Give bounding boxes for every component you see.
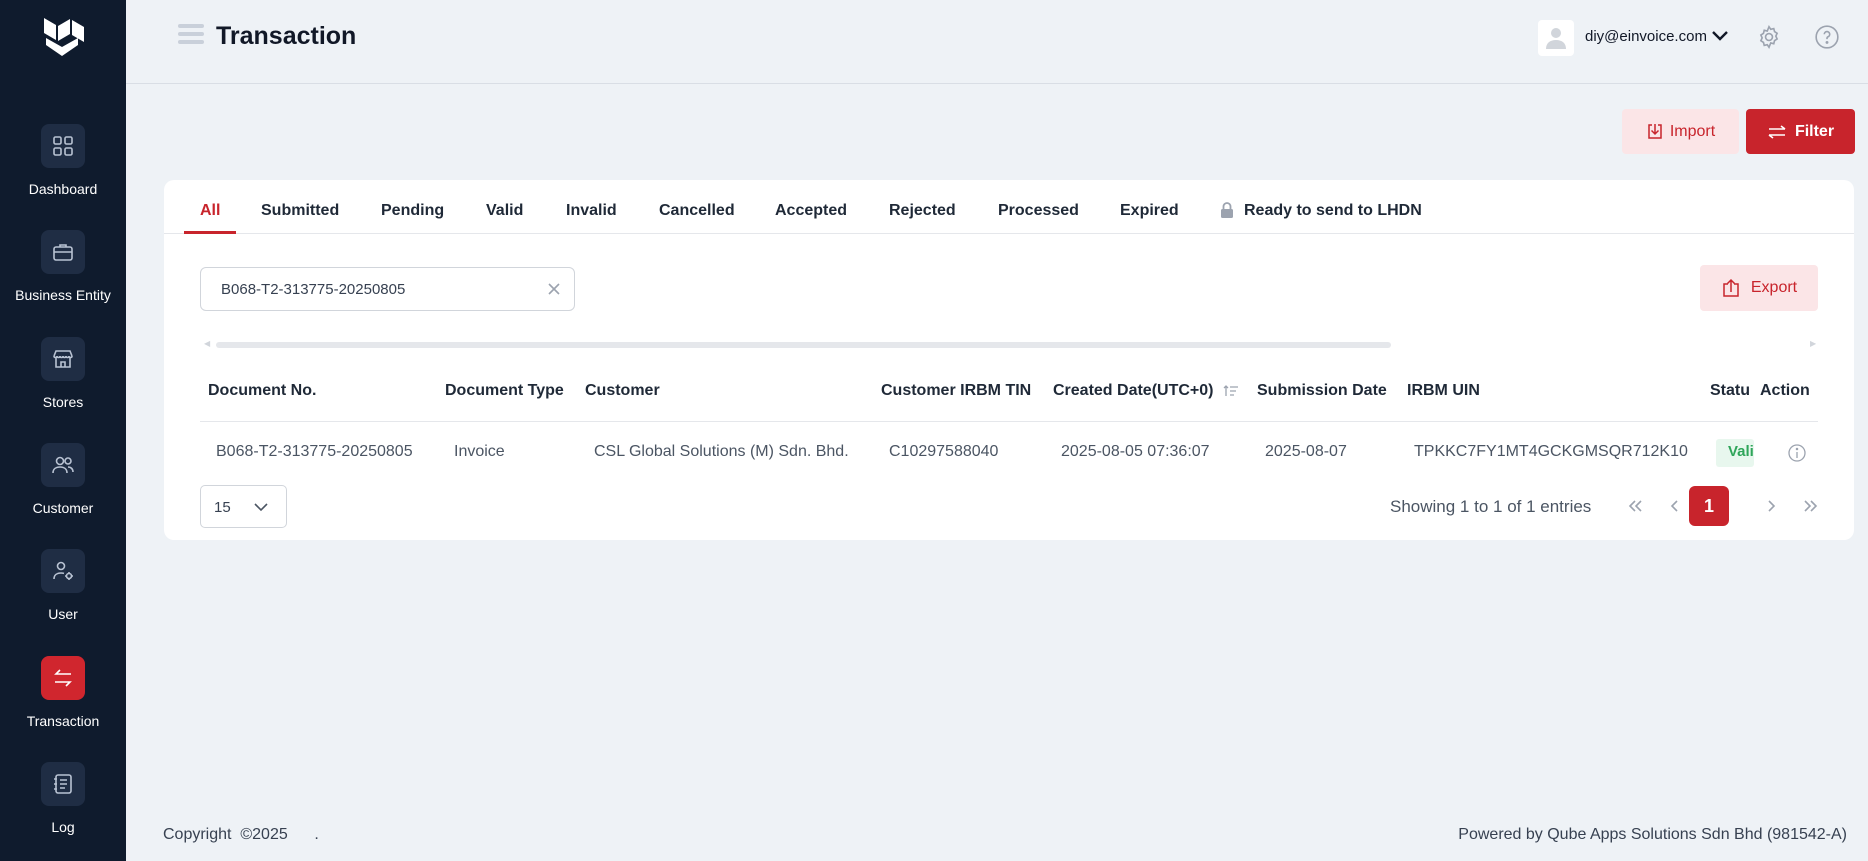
info-icon[interactable] — [1786, 442, 1808, 464]
last-page-icon[interactable] — [1796, 491, 1826, 521]
page-size-value: 15 — [214, 499, 231, 516]
search-field[interactable] — [200, 267, 575, 311]
sidebar-item-label: User — [48, 606, 78, 622]
brand-logo[interactable] — [40, 14, 86, 60]
sidebar-item-transaction[interactable]: Transaction — [0, 656, 126, 746]
chevron-down-icon[interactable] — [1710, 28, 1730, 44]
sidebar-item-label: Business Entity — [15, 287, 111, 303]
status-tabs: All Submitted Pending Valid Invalid Canc… — [164, 180, 1854, 234]
log-icon — [41, 762, 85, 806]
sidebar-item-log[interactable]: Log — [0, 762, 126, 852]
transfer-icon — [41, 656, 85, 700]
tab-accepted[interactable]: Accepted — [775, 202, 847, 220]
filter-icon — [1768, 124, 1786, 139]
store-icon — [41, 337, 85, 381]
footer-copyright: Copyright ©2025 . — [163, 826, 319, 843]
search-input[interactable] — [221, 268, 541, 310]
horizontal-scrollbar[interactable]: ◀ ▶ — [200, 340, 1818, 348]
next-page-icon[interactable] — [1756, 491, 1786, 521]
column-header-irbm-uin[interactable]: IRBM UIN — [1407, 382, 1480, 400]
export-button[interactable]: Export — [1700, 265, 1818, 311]
sidebar-item-label: Dashboard — [28, 181, 98, 197]
cell-irbm-uin: TPKKC7FY1MT4GCKGMSQR712K10 — [1414, 443, 1688, 460]
lock-icon — [1220, 201, 1234, 224]
tab-valid[interactable]: Valid — [486, 202, 523, 220]
cell-submission-date: 2025-08-07 — [1265, 443, 1347, 460]
scroll-right-icon[interactable]: ▶ — [1810, 340, 1818, 348]
tab-cancelled[interactable]: Cancelled — [659, 202, 735, 220]
sidebar-item-label: Customer — [32, 500, 94, 516]
table-header-divider — [200, 421, 1818, 422]
page-title: Transaction — [216, 22, 357, 50]
tab-all[interactable]: All — [200, 202, 220, 220]
column-header-document-type[interactable]: Document Type — [445, 382, 564, 400]
column-header-document-no[interactable]: Document No. — [208, 382, 316, 400]
user-email[interactable]: diy@einvoice.com — [1585, 28, 1707, 45]
sidebar: Dashboard Business Entity Stores Custome… — [0, 0, 126, 861]
pagination-summary: Showing 1 to 1 of 1 entries — [1390, 497, 1592, 516]
page-button-current[interactable]: 1 — [1689, 486, 1729, 526]
tab-submitted[interactable]: Submitted — [261, 202, 339, 220]
cell-created-date: 2025-08-05 07:36:07 — [1061, 443, 1210, 460]
close-icon[interactable] — [544, 279, 564, 299]
footer-powered-by: Powered by Qube Apps Solutions Sdn Bhd (… — [1458, 826, 1847, 843]
tab-ready-to-send[interactable]: Ready to send to LHDN — [1244, 202, 1422, 220]
active-tab-indicator — [184, 231, 236, 234]
import-button-label: Import — [1669, 122, 1716, 140]
top-header: Transaction diy@einvoice.com — [126, 0, 1868, 84]
column-header-created-date[interactable]: Created Date(UTC+0) — [1053, 382, 1213, 400]
cell-customer-tin: C10297588040 — [889, 443, 999, 460]
cell-document-no[interactable]: B068-T2-313775-20250805 — [216, 443, 413, 461]
tab-processed[interactable]: Processed — [998, 202, 1079, 220]
user-settings-icon — [41, 549, 85, 593]
first-page-icon[interactable] — [1620, 491, 1650, 521]
export-icon — [1723, 278, 1739, 297]
tab-pending[interactable]: Pending — [381, 202, 444, 220]
gear-icon[interactable] — [1756, 24, 1782, 50]
column-header-customer-tin[interactable]: Customer IRBM TIN — [881, 382, 1031, 400]
import-icon — [1648, 123, 1662, 139]
sidebar-item-stores[interactable]: Stores — [0, 337, 126, 427]
sidebar-item-business-entity[interactable]: Business Entity — [0, 230, 126, 320]
column-header-status[interactable]: Status — [1710, 382, 1750, 400]
users-icon — [41, 443, 85, 487]
status-badge: Valid — [1716, 439, 1754, 467]
sidebar-item-label: Stores — [42, 394, 84, 410]
tab-invalid[interactable]: Invalid — [566, 202, 617, 220]
avatar[interactable] — [1538, 20, 1574, 56]
scrollbar-thumb[interactable] — [216, 342, 1391, 348]
sidebar-item-user[interactable]: User — [0, 549, 126, 639]
tab-rejected[interactable]: Rejected — [889, 202, 956, 220]
transactions-card: All Submitted Pending Valid Invalid Canc… — [164, 180, 1854, 540]
help-icon[interactable] — [1814, 24, 1840, 50]
sidebar-item-label: Transaction — [26, 713, 100, 729]
tab-expired[interactable]: Expired — [1120, 202, 1179, 220]
chevron-down-icon — [253, 500, 269, 514]
page-size-select[interactable]: 15 — [200, 485, 287, 528]
import-button[interactable]: Import — [1622, 109, 1739, 154]
filter-button[interactable]: Filter — [1746, 109, 1855, 154]
grid-icon — [41, 124, 85, 168]
sidebar-item-dashboard[interactable]: Dashboard — [0, 124, 126, 214]
sidebar-item-customer[interactable]: Customer — [0, 443, 126, 533]
column-header-customer[interactable]: Customer — [585, 382, 660, 400]
cell-document-type: Invoice — [454, 443, 505, 460]
prev-page-icon[interactable] — [1660, 491, 1690, 521]
briefcase-icon — [41, 230, 85, 274]
filter-button-label: Filter — [1794, 122, 1835, 140]
scroll-left-icon[interactable]: ◀ — [204, 340, 212, 348]
export-button-label: Export — [1750, 279, 1798, 296]
cell-customer: CSL Global Solutions (M) Sdn. Bhd. — [594, 443, 849, 460]
sort-icon[interactable] — [1223, 384, 1239, 403]
column-header-submission-date[interactable]: Submission Date — [1257, 382, 1387, 400]
sidebar-item-label: Log — [51, 819, 75, 835]
menu-toggle-button[interactable] — [178, 24, 204, 50]
column-header-action: Action — [1760, 382, 1810, 399]
